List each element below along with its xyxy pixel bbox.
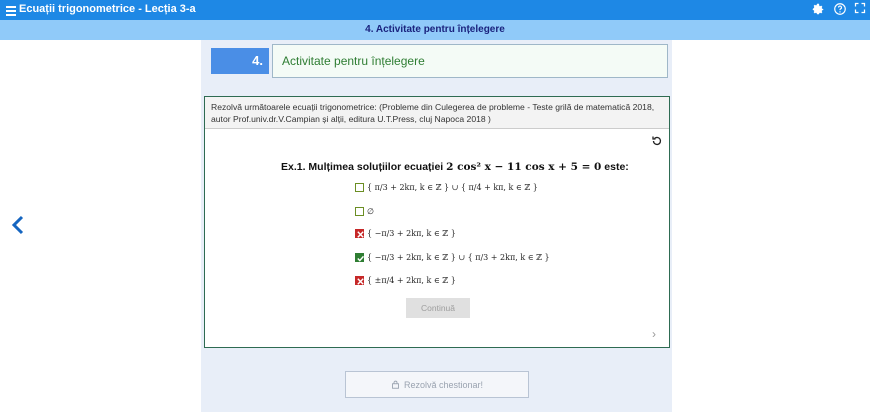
help-icon[interactable] — [832, 2, 848, 18]
instructions: Rezolvă următoarele ecuații trigonometri… — [205, 97, 669, 129]
exercise-label: Ex.1. Mulțimea soluțiilor ecuației — [281, 161, 444, 173]
option-3[interactable]: { −π/3 + 2kπ, k ∈ ℤ } — [355, 223, 456, 243]
app-title: Ecuații trigonometrice - Lecția 3-a — [19, 3, 196, 15]
exercise-suffix: este: — [604, 161, 629, 173]
option-1[interactable]: { π/3 + 2kπ, k ∈ ℤ } ∪ { π/4 + kπ, k ∈ ℤ… — [355, 177, 538, 197]
back-chevron-icon[interactable] — [10, 214, 26, 236]
main-panel: 4. Activitate pentru înțelegere Rezolvă … — [201, 40, 672, 412]
menu-icon[interactable] — [6, 4, 16, 16]
option-4[interactable]: { −π/3 + 2kπ, k ∈ ℤ } ∪ { π/3 + 2kπ, k ∈… — [355, 247, 550, 267]
checkbox-wrong-icon[interactable] — [355, 228, 364, 238]
option-2-text: ∅ — [367, 206, 374, 216]
fullscreen-icon[interactable] — [852, 2, 868, 18]
continue-button[interactable]: Continuă — [406, 298, 470, 318]
option-3-text: { −π/3 + 2kπ, k ∈ ℤ } — [367, 228, 456, 238]
checkbox-unchecked-icon[interactable] — [355, 182, 364, 192]
option-4-text: { −π/3 + 2kπ, k ∈ ℤ } ∪ { π/3 + 2kπ, k ∈… — [367, 252, 550, 262]
checkbox-unchecked-icon[interactable] — [355, 206, 364, 216]
resolve-quiz-label: Rezolvă chestionar! — [403, 379, 484, 390]
equation: 2 cos² x − 11 cos x + 5 = 0 — [446, 161, 602, 173]
next-chevron-icon[interactable]: › — [652, 327, 656, 341]
option-1-text: { π/3 + 2kπ, k ∈ ℤ } ∪ { π/4 + kπ, k ∈ ℤ… — [367, 182, 538, 192]
checkbox-wrong-icon[interactable] — [355, 275, 364, 285]
lock-icon — [392, 380, 399, 389]
checkbox-correct-icon[interactable] — [355, 252, 365, 262]
reset-icon[interactable] — [651, 134, 663, 146]
resolve-quiz-button[interactable]: Rezolvă chestionar! — [345, 371, 529, 398]
section-header: 4. Activitate pentru înțelegere — [0, 20, 870, 40]
option-5-text: { ±π/4 + 2kπ, k ∈ ℤ } — [367, 275, 456, 285]
activity-number: 4. — [211, 48, 269, 74]
exercise-card: Rezolvă următoarele ecuații trigonometri… — [204, 96, 670, 348]
top-bar: Ecuații trigonometrice - Lecția 3-a — [0, 0, 870, 20]
exercise-title: Ex.1. Mulțimea soluțiilor ecuației 2 cos… — [281, 161, 629, 173]
option-5[interactable]: { ±π/4 + 2kπ, k ∈ ℤ } — [355, 270, 456, 290]
activity-title: Activitate pentru înțelegere — [272, 44, 668, 78]
gear-icon[interactable] — [810, 2, 826, 18]
option-2[interactable]: ∅ — [355, 201, 374, 221]
